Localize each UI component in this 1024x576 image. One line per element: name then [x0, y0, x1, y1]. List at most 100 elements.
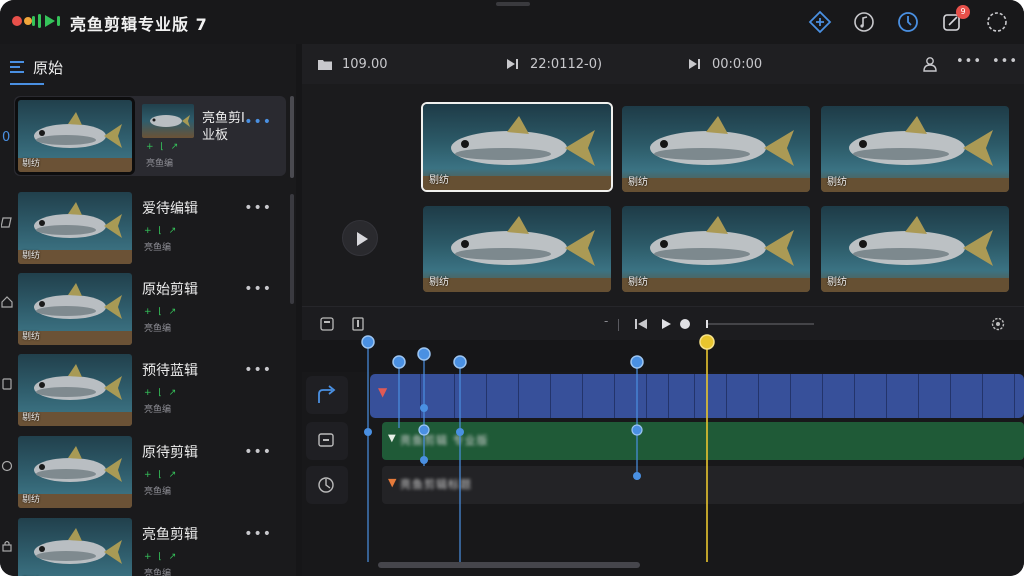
fish-icon	[821, 116, 1009, 192]
keyframe-handle	[392, 355, 406, 369]
more-options-button[interactable]: •••	[244, 444, 272, 460]
thumb-caption: 剔纺	[22, 413, 41, 423]
frame-label: 剔纺	[429, 175, 449, 186]
media-subtitle: 亮鱼编	[144, 405, 172, 415]
rail-loop-icon[interactable]	[1, 460, 13, 472]
timeline-horizontal-scrollbar[interactable]	[378, 562, 640, 568]
keyframe-point	[631, 424, 643, 436]
media-item[interactable]: 剔纺 亮鱼剪I 业板 + ⌊ ↗ 亮鱼编 •••	[14, 96, 286, 176]
keyframe-point	[420, 404, 428, 412]
media-name: 爱待编辑	[142, 201, 198, 217]
user-icon[interactable]	[922, 56, 938, 72]
sidebar-scrollbar-track[interactable]	[290, 194, 294, 304]
keyframe-overlay	[361, 334, 715, 562]
keyframe-point	[420, 456, 428, 464]
media-name: 亮鱼剪辑	[142, 527, 198, 543]
more-icon[interactable]: •••	[956, 54, 982, 69]
preview-panel: 109.00 22:0112-0) 00:0:00 ••• ••• 剔纺 剔纺 …	[302, 44, 1024, 306]
timecode-current: 22:0112-0)	[530, 57, 603, 72]
thumb-caption: 剔纺	[22, 159, 41, 169]
media-meta: + ⌊ ↗	[144, 388, 179, 398]
fish-icon	[34, 528, 122, 564]
overflow-icon[interactable]: •••	[992, 54, 1018, 69]
more-options-button[interactable]: •••	[244, 362, 272, 378]
list-icon	[10, 61, 24, 73]
play-next-icon[interactable]	[506, 58, 520, 70]
effects-icon[interactable]	[808, 10, 832, 34]
timecode-total: 00:0:00	[712, 57, 763, 72]
keyframe-point	[633, 472, 641, 480]
media-meta: + ⌊ ↗	[144, 226, 179, 236]
media-item[interactable]: 剔纺 亮鱼剪辑 + ⌊ ↗ 亮鱼编 •••	[14, 514, 286, 576]
media-thumbnail: 剔纺	[18, 436, 132, 508]
keyframe-point	[418, 424, 430, 436]
media-name: 原始剪辑	[142, 282, 198, 298]
media-meta: + ⌊ ↗	[144, 307, 179, 317]
fish-icon	[423, 116, 611, 190]
media-meta: + ⌊ ↗	[146, 142, 181, 152]
thumb-caption: 剔纺	[22, 332, 41, 342]
notification-badge: 9	[956, 5, 970, 19]
media-item[interactable]: 剔纺 爱待编辑 + ⌊ ↗ 亮鱼编 •••	[14, 188, 286, 268]
media-subtitle: 亮鱼编	[144, 324, 172, 334]
fish-icon	[150, 115, 190, 127]
media-subtitle: 亮鱼编	[144, 243, 172, 253]
keyframe-handle	[453, 355, 467, 369]
preview-toolbar: 109.00 22:0112-0) 00:0:00 ••• •••	[302, 44, 1024, 84]
fish-icon	[622, 216, 810, 292]
close-window-button[interactable]	[12, 16, 22, 26]
frame-label: 剔纺	[628, 277, 648, 288]
thumb-caption: 剔纺	[22, 251, 41, 261]
rail-card-icon[interactable]	[1, 216, 13, 228]
media-subtitle: 亮鱼编	[144, 487, 172, 497]
playhead-handle	[699, 334, 715, 350]
frame-thumbnail[interactable]: 剔纺	[423, 206, 611, 292]
rail-doc-icon[interactable]	[1, 378, 13, 390]
frame-label: 剔纺	[628, 177, 648, 188]
more-options-button[interactable]: •••	[244, 114, 272, 130]
frame-thumbnail[interactable]: 剔纺	[821, 106, 1009, 192]
fish-icon	[423, 216, 611, 292]
more-options-button[interactable]: •••	[244, 200, 272, 216]
title-bar: 亮鱼剪辑专业版 7 9	[0, 0, 1024, 44]
sidebar-title-underline	[10, 83, 44, 85]
play-icon	[357, 232, 368, 246]
media-item[interactable]: 剔纺 预待蓝辑 + ⌊ ↗ 亮鱼编 •••	[14, 350, 286, 430]
frame-thumbnail[interactable]: 剔纺	[423, 104, 611, 190]
media-subtitle: 亮鱼编	[146, 159, 174, 169]
play-next-icon[interactable]	[688, 58, 702, 70]
sidebar-scrollbar[interactable]	[290, 96, 294, 178]
fish-icon	[622, 116, 810, 192]
media-thumbnail: 剔纺	[18, 273, 132, 345]
play-button[interactable]	[342, 220, 378, 256]
media-item[interactable]: 剔纺 原始剪辑 + ⌊ ↗ 亮鱼编 •••	[14, 269, 286, 349]
frame-label: 剔纺	[827, 277, 847, 288]
media-thumbnail: 剔纺	[18, 192, 132, 264]
music-icon[interactable]	[852, 10, 876, 34]
keyframe-handle	[630, 355, 644, 369]
media-item[interactable]: 剔纺 原待剪辑 + ⌊ ↗ 亮鱼编 •••	[14, 432, 286, 512]
rail-home-icon[interactable]	[1, 296, 13, 308]
folder-icon[interactable]	[318, 58, 332, 70]
app-logo-icon	[32, 14, 60, 28]
rail-lock-icon[interactable]	[1, 540, 13, 552]
media-thumbnail: 剔纺	[18, 354, 132, 426]
media-meta: + ⌊ ↗	[144, 552, 179, 562]
media-thumbnail: 剔纺	[18, 518, 132, 576]
drag-handle[interactable]	[496, 2, 530, 6]
keyframe-handle	[361, 335, 375, 349]
frame-thumbnail[interactable]: 剔纺	[821, 206, 1009, 292]
media-name: 原待剪辑	[142, 445, 198, 461]
settings-circle-icon[interactable]	[985, 10, 1009, 34]
frame-thumbnail[interactable]: 剔纺	[622, 106, 810, 192]
frame-label: 剔纺	[827, 177, 847, 188]
more-options-button[interactable]: •••	[244, 526, 272, 542]
media-thumbnail: 剔纺	[18, 100, 132, 172]
keyframe-point	[456, 428, 464, 436]
media-name: 预待蓝辑	[142, 363, 198, 379]
more-options-button[interactable]: •••	[244, 281, 272, 297]
keyframe-handle	[417, 347, 431, 361]
sidebar-title: 原始	[33, 59, 64, 77]
frame-thumbnail[interactable]: 剔纺	[622, 206, 810, 292]
clock-icon[interactable]	[896, 10, 920, 34]
